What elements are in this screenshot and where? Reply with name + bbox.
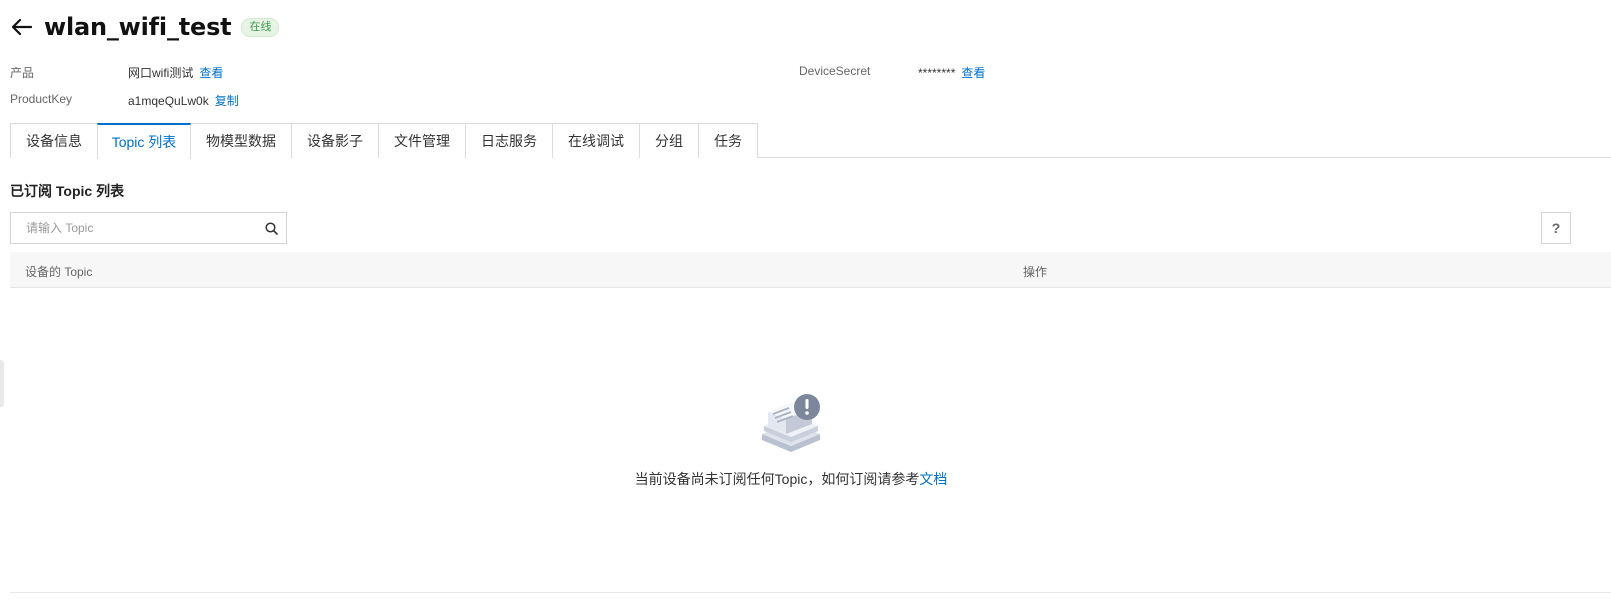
- tab-device-info[interactable]: 设备信息: [10, 123, 98, 158]
- tab-log-service[interactable]: 日志服务: [465, 123, 553, 158]
- productkey-copy-link[interactable]: 复制: [215, 94, 239, 108]
- topic-search-input[interactable]: [11, 213, 256, 243]
- product-name: 网口wifi测试: [128, 66, 194, 80]
- documentation-link[interactable]: 文档: [919, 471, 947, 487]
- section-title: 已订阅 Topic 列表: [10, 183, 125, 199]
- productkey-label: ProductKey: [10, 92, 73, 106]
- tab-file-management[interactable]: 文件管理: [378, 123, 466, 158]
- device-secret-view-link[interactable]: 查看: [961, 66, 985, 80]
- column-actions: 操作: [1023, 265, 1048, 279]
- tab-topic-list[interactable]: Topic 列表: [97, 123, 191, 159]
- help-button[interactable]: ?: [1541, 212, 1571, 244]
- device-secret-label: DeviceSecret: [799, 64, 871, 78]
- product-label: 产品: [10, 66, 35, 80]
- arrow-left-icon: [12, 19, 32, 35]
- table-bottom-divider: [10, 592, 1611, 593]
- tab-device-shadow[interactable]: 设备影子: [291, 123, 379, 158]
- tab-task[interactable]: 任务: [698, 123, 758, 158]
- tab-online-debug[interactable]: 在线调试: [552, 123, 640, 158]
- tab-bar: 设备信息 Topic 列表 物模型数据 设备影子 文件管理 日志服务 在线调试 …: [10, 123, 1611, 159]
- tab-thing-model-data[interactable]: 物模型数据: [190, 123, 292, 158]
- status-badge: 在线: [241, 17, 280, 37]
- column-device-topic: 设备的 Topic: [25, 265, 93, 279]
- page-header: wlan_wifi_test 在线: [10, 10, 280, 44]
- product-view-link[interactable]: 查看: [199, 66, 223, 80]
- page-title: wlan_wifi_test: [44, 13, 232, 41]
- productkey-text: a1mqeQuLw0k: [128, 94, 209, 108]
- empty-message: 当前设备尚未订阅任何Topic，如何订阅请参考文档: [0, 469, 1582, 489]
- topic-search-box: [10, 212, 287, 244]
- productkey-value: a1mqeQuLw0k 复制: [128, 92, 239, 109]
- empty-box-icon: [762, 394, 820, 452]
- table-header: 设备的 Topic 操作: [10, 252, 1611, 288]
- product-value: 网口wifi测试 查看: [128, 64, 223, 81]
- tab-group[interactable]: 分组: [639, 123, 699, 158]
- search-icon[interactable]: [256, 213, 286, 243]
- back-button[interactable]: [10, 15, 34, 39]
- device-secret-masked: ********: [918, 66, 956, 80]
- empty-message-text: 当前设备尚未订阅任何Topic，如何订阅请参考: [634, 471, 920, 487]
- device-secret-value: ******** 查看: [918, 64, 985, 81]
- empty-state: 当前设备尚未订阅任何Topic，如何订阅请参考文档: [0, 390, 1582, 489]
